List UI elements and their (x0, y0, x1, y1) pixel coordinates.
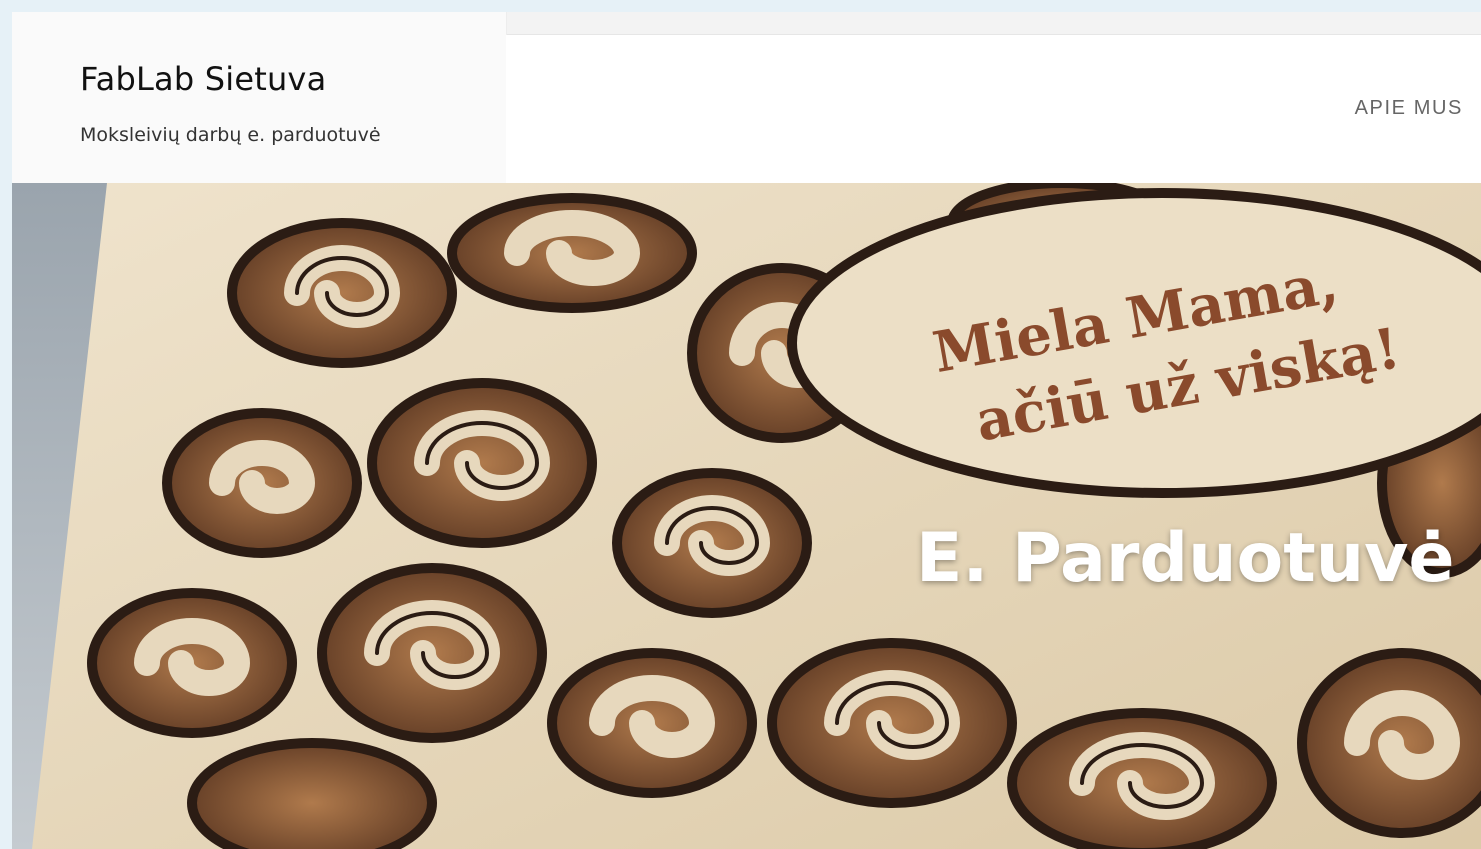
hero-banner: Miela Mama, ačiū už viską! E. Parduotuvė (12, 183, 1481, 849)
hero-image: Miela Mama, ačiū už viską! (12, 183, 1481, 849)
site-title[interactable]: FabLab Sietuva (80, 60, 326, 98)
nav-item-apie-mus[interactable]: APIE MUS (1355, 97, 1463, 120)
site-description: Moksleivių darbų e. parduotuvė (80, 124, 381, 146)
hero-heading: E. Parduotuvė (916, 518, 1455, 598)
header-top-strip (506, 12, 1481, 35)
site-branding: FabLab Sietuva Moksleivių darbų e. pardu… (12, 12, 507, 183)
main-navigation: APIE MUS (506, 35, 1481, 183)
page-frame: FabLab Sietuva Moksleivių darbų e. pardu… (12, 12, 1481, 849)
